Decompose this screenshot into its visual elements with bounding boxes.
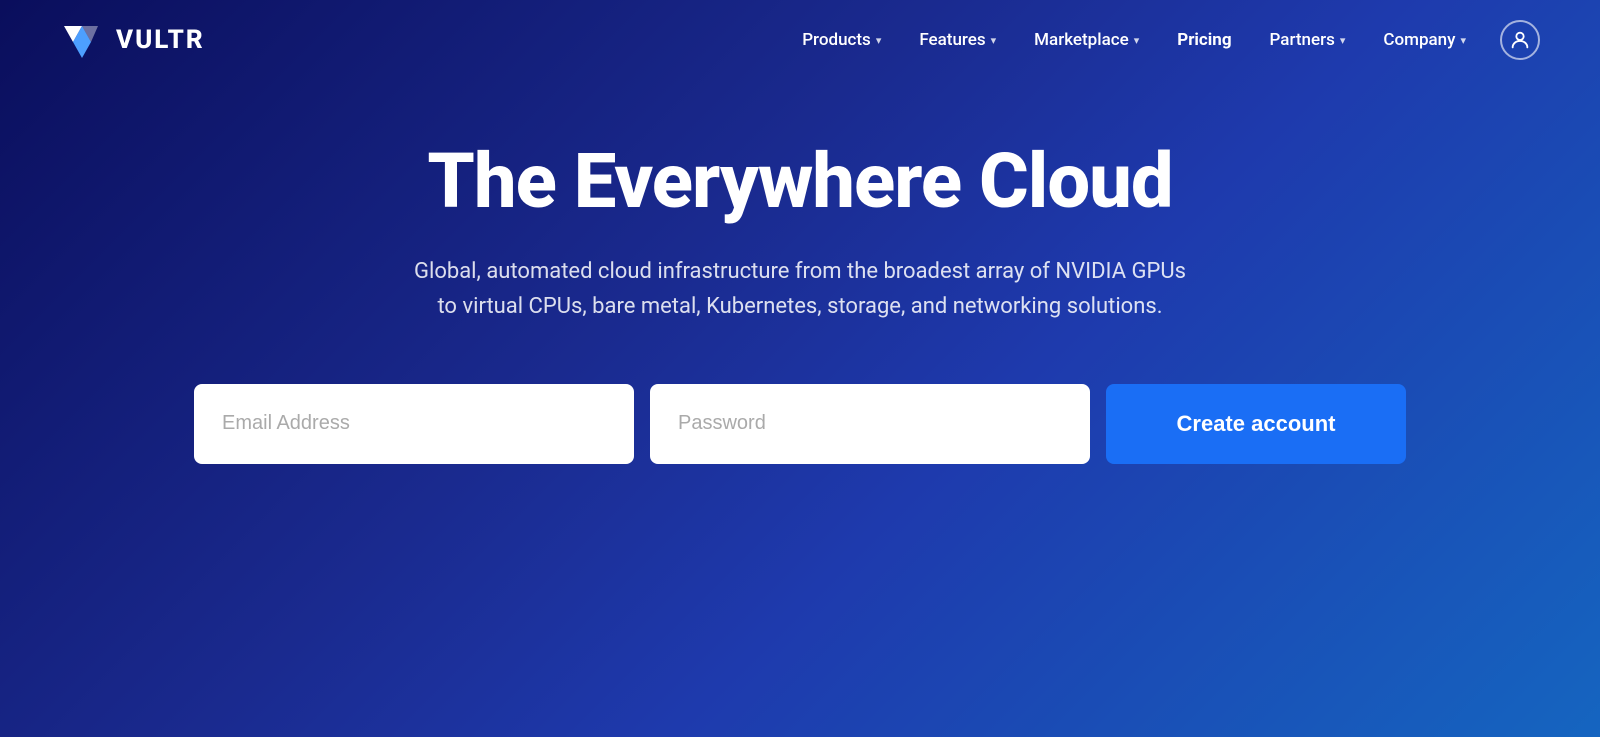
chevron-down-icon: ▾: [1134, 34, 1140, 47]
logo-text: VULTR: [116, 25, 205, 55]
chevron-down-icon: ▾: [1340, 34, 1346, 47]
nav-links: Products ▾ Features ▾ Marketplace ▾ Pric…: [788, 22, 1480, 58]
logo-area[interactable]: VULTR: [60, 18, 205, 62]
email-input[interactable]: [194, 384, 634, 464]
create-account-button[interactable]: Create account: [1106, 384, 1406, 464]
chevron-down-icon: ▾: [876, 34, 882, 47]
user-account-icon[interactable]: [1500, 20, 1540, 60]
nav-item-marketplace[interactable]: Marketplace ▾: [1020, 22, 1153, 58]
hero-section: The Everywhere Cloud Global, automated c…: [0, 80, 1600, 464]
password-input[interactable]: [650, 384, 1090, 464]
nav-item-pricing[interactable]: Pricing: [1163, 22, 1245, 58]
hero-subtitle: Global, automated cloud infrastructure f…: [410, 254, 1190, 324]
vultr-logo-icon: [60, 18, 104, 62]
hero-title: The Everywhere Cloud: [427, 140, 1172, 224]
chevron-down-icon: ▾: [1460, 34, 1466, 47]
navbar: VULTR Products ▾ Features ▾ Marketplace …: [0, 0, 1600, 80]
nav-item-partners[interactable]: Partners ▾: [1256, 22, 1360, 58]
nav-item-products[interactable]: Products ▾: [788, 22, 895, 58]
nav-link-features[interactable]: Features ▾: [905, 22, 1010, 58]
nav-link-company[interactable]: Company ▾: [1369, 22, 1480, 58]
nav-item-company[interactable]: Company ▾: [1369, 22, 1480, 58]
nav-link-products[interactable]: Products ▾: [788, 22, 895, 58]
nav-link-partners[interactable]: Partners ▾: [1256, 22, 1360, 58]
chevron-down-icon: ▾: [991, 34, 997, 47]
nav-item-features[interactable]: Features ▾: [905, 22, 1010, 58]
nav-right: [1500, 20, 1540, 60]
signup-form: Create account: [190, 384, 1410, 464]
nav-link-marketplace[interactable]: Marketplace ▾: [1020, 22, 1153, 58]
nav-link-pricing[interactable]: Pricing: [1163, 22, 1245, 58]
